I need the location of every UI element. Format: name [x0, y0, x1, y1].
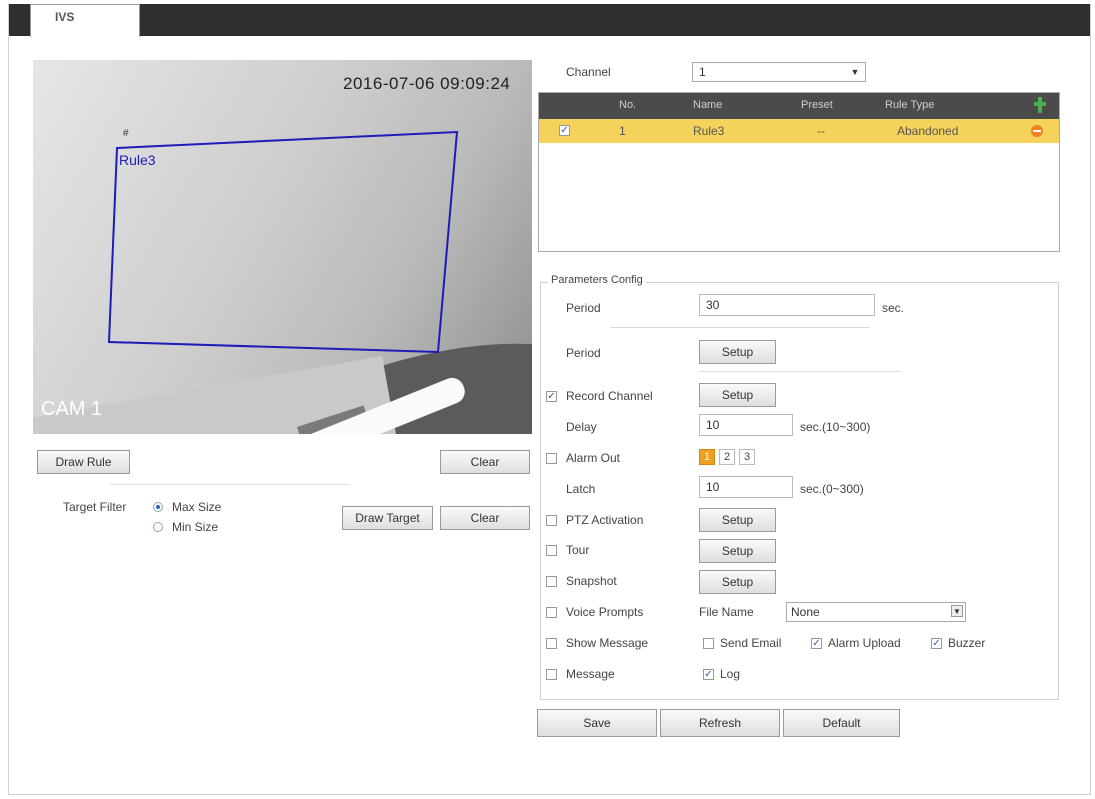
voice-prompts-label: Voice Prompts [566, 605, 644, 619]
tour-label: Tour [566, 543, 590, 557]
rules-table: No. Name Preset Rule Type ✓ 1 Rule3 -- A… [538, 92, 1060, 252]
chevron-down-icon: ▼ [850, 67, 860, 77]
table-row[interactable]: ✓ 1 Rule3 -- Abandoned [539, 119, 1059, 143]
rule-type: Abandoned [897, 124, 959, 138]
chevron-down-icon: ▼ [951, 605, 963, 617]
record-channel-label: Record Channel [566, 389, 653, 403]
log-label: Log [720, 667, 741, 681]
buzzer-label: Buzzer [948, 636, 986, 650]
send-email-checkbox[interactable] [703, 638, 714, 649]
alarm-out-2-button[interactable]: 2 [719, 449, 735, 465]
delay-unit: sec.(10~300) [800, 420, 871, 434]
record-channel-setup-button[interactable]: Setup [699, 383, 776, 407]
rule-name: Rule3 [693, 124, 725, 138]
video-preview[interactable]: 2016-07-06 09:09:24 # Rule3 CAM 1 [33, 60, 532, 434]
draw-target-button[interactable]: Draw Target [342, 506, 433, 530]
refresh-button[interactable]: Refresh [660, 709, 780, 737]
show-message-checkbox[interactable] [546, 638, 557, 649]
snapshot-setup-button[interactable]: Setup [699, 570, 776, 594]
draw-rule-button[interactable]: Draw Rule [37, 450, 130, 474]
table-header: No. Name Preset Rule Type [539, 93, 1059, 119]
tour-checkbox[interactable] [546, 545, 557, 556]
buzzer-checkbox[interactable]: ✓ [931, 638, 942, 649]
show-message-label: Show Message [566, 636, 649, 650]
ptz-activation-checkbox[interactable] [546, 515, 557, 526]
default-button[interactable]: Default [783, 709, 900, 737]
delete-rule-icon[interactable] [1031, 125, 1043, 137]
alarm-out-1-button[interactable]: 1 [699, 449, 715, 465]
alarm-out-checkbox[interactable] [546, 453, 557, 464]
rule-overlay-label: Rule3 [119, 152, 156, 168]
rule-row-checkbox[interactable]: ✓ [559, 125, 570, 136]
video-mark: # [123, 128, 129, 139]
latch-input[interactable]: 10 [699, 476, 793, 498]
rule-overlay[interactable] [33, 60, 532, 434]
channel-value: 1 [699, 65, 706, 79]
file-name-value: None [791, 605, 820, 619]
video-timestamp: 2016-07-06 09:09:24 [343, 74, 511, 93]
max-size-label: Max Size [172, 500, 222, 514]
alarm-upload-checkbox[interactable]: ✓ [811, 638, 822, 649]
alarm-upload-label: Alarm Upload [828, 636, 901, 650]
latch-unit: sec.(0~300) [800, 482, 864, 496]
delay-input[interactable]: 10 [699, 414, 793, 436]
add-rule-icon[interactable] [1033, 96, 1047, 114]
col-name: Name [693, 99, 723, 111]
camera-label: CAM 1 [41, 398, 103, 420]
rule-no: 1 [619, 124, 626, 138]
voice-prompts-checkbox[interactable] [546, 607, 557, 618]
message-checkbox[interactable] [546, 669, 557, 680]
col-preset: Preset [801, 99, 833, 111]
min-size-radio[interactable] [153, 522, 163, 532]
ptz-setup-button[interactable]: Setup [699, 508, 776, 532]
file-name-select[interactable]: None ▼ [786, 602, 966, 622]
snapshot-checkbox[interactable] [546, 576, 557, 587]
period-setup-label: Period [566, 346, 601, 360]
period-setup-button[interactable]: Setup [699, 340, 776, 364]
tab-ivs[interactable]: IVS [30, 4, 140, 37]
record-channel-checkbox[interactable]: ✓ [546, 391, 557, 402]
period-input[interactable]: 30 [699, 294, 875, 316]
send-email-label: Send Email [720, 636, 782, 650]
target-filter-label: Target Filter [63, 500, 127, 514]
col-rule-type: Rule Type [885, 99, 935, 111]
tour-setup-button[interactable]: Setup [699, 539, 776, 563]
delay-label: Delay [566, 420, 597, 434]
file-name-label: File Name [699, 605, 754, 619]
tab-label: IVS [55, 10, 75, 24]
clear-target-button[interactable]: Clear [440, 506, 530, 530]
log-checkbox[interactable]: ✓ [703, 669, 714, 680]
rule-preset: -- [817, 124, 825, 138]
snapshot-label: Snapshot [566, 574, 617, 588]
max-size-radio[interactable] [153, 502, 163, 512]
period-unit: sec. [882, 301, 905, 315]
channel-label: Channel [566, 65, 611, 79]
clear-rule-button[interactable]: Clear [440, 450, 530, 474]
period-label: Period [566, 301, 601, 315]
channel-select[interactable]: 1 ▼ [692, 62, 866, 82]
message-label: Message [566, 667, 615, 681]
ptz-activation-label: PTZ Activation [566, 513, 644, 527]
min-size-label: Min Size [172, 520, 219, 534]
latch-label: Latch [566, 482, 596, 496]
col-no: No. [619, 99, 637, 111]
save-button[interactable]: Save [537, 709, 657, 737]
alarm-out-3-button[interactable]: 3 [739, 449, 755, 465]
parameters-config-legend: Parameters Config [548, 274, 646, 286]
alarm-out-label: Alarm Out [566, 451, 621, 465]
